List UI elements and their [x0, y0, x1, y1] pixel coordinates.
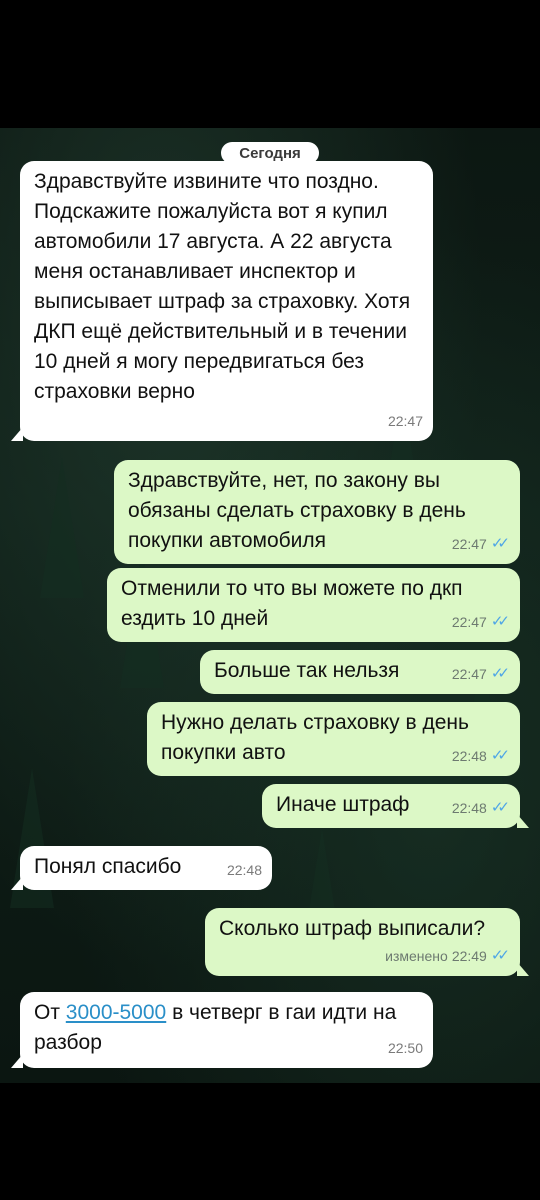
double-check-icon: ✓✓ [490, 747, 510, 764]
message-meta: изменено 22:49 ✓✓ [385, 941, 510, 971]
message-bubble-incoming[interactable]: Понял спасибо 22:48 [11, 846, 272, 890]
double-check-icon: ✓✓ [490, 613, 510, 630]
message-meta: 22:47 ✓✓ [452, 607, 510, 637]
message-text: Здравствуйте извините что поздно. Подска… [34, 170, 411, 403]
message-time: 22:48 [451, 800, 487, 816]
double-check-icon: ✓✓ [490, 947, 510, 964]
message-time: 22:47 [451, 536, 487, 552]
chat-area[interactable]: Сегодня Здравствуйте извините что поздно… [0, 128, 540, 1083]
message-bubble-outgoing[interactable]: Больше так нельзя 22:47 ✓✓ [200, 650, 520, 694]
message-text: От 3000-5000 в четверг в гаи идти на раз… [34, 1001, 396, 1054]
message-text: Сколько штраф выписали? [219, 917, 486, 940]
message-time: 22:47 [451, 614, 487, 630]
message-meta: 22:50 [388, 1033, 423, 1063]
message-meta: 22:47 ✓✓ [452, 529, 510, 559]
message-time: 22:47 [387, 413, 423, 429]
message-meta: 22:48 ✓✓ [452, 741, 510, 771]
double-check-icon: ✓✓ [490, 665, 510, 682]
message-text: Иначе штраф [276, 793, 410, 816]
message-meta: 22:48 ✓✓ [452, 793, 510, 823]
message-time: 22:47 [451, 666, 487, 682]
message-bubble-incoming[interactable]: От 3000-5000 в четверг в гаи идти на раз… [11, 992, 433, 1068]
message-text: Отменили то что вы можете по дкп ездить … [121, 577, 463, 630]
message-meta: 22:47 ✓✓ [452, 659, 510, 689]
edited-label: изменено [385, 948, 448, 964]
phone-number-link[interactable]: 3000-5000 [66, 1001, 166, 1024]
background-tree [40, 458, 84, 598]
message-meta: 22:48 [227, 855, 262, 885]
double-check-icon: ✓✓ [490, 535, 510, 552]
message-bubble-outgoing[interactable]: Сколько штраф выписали? изменено 22:49 ✓… [205, 908, 529, 976]
double-check-icon: ✓✓ [490, 799, 510, 816]
message-meta: 22:47 [388, 406, 423, 436]
message-bubble-outgoing[interactable]: Нужно делать страховку в день покупки ав… [147, 702, 520, 776]
message-time: 22:48 [451, 748, 487, 764]
message-time: 22:50 [387, 1040, 423, 1056]
message-text: Здравствуйте, нет, по закону вы обязаны … [128, 469, 466, 552]
message-text: Больше так нельзя [214, 659, 400, 682]
message-text-before: От [34, 1001, 66, 1024]
message-bubble-outgoing[interactable]: Отменили то что вы можете по дкп ездить … [107, 568, 520, 642]
message-bubble-outgoing[interactable]: Иначе штраф 22:48 ✓✓ [262, 784, 529, 828]
message-bubble-incoming[interactable]: Здравствуйте извините что поздно. Подска… [11, 161, 433, 441]
message-time: 22:48 [226, 862, 262, 878]
message-time: 22:49 [451, 948, 487, 964]
message-text: Понял спасибо [34, 855, 182, 878]
message-bubble-outgoing[interactable]: Здравствуйте, нет, по закону вы обязаны … [114, 460, 520, 564]
